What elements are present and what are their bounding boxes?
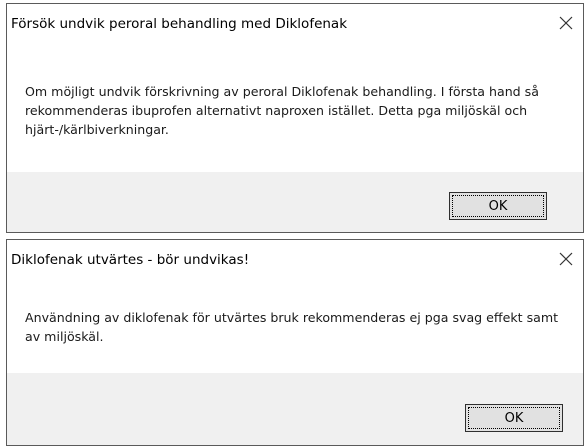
close-icon bbox=[559, 16, 573, 30]
message-dialog-peroral: Försök undvik peroral behandling med Dik… bbox=[6, 3, 584, 233]
dialog-title: Diklofenak utvärtes - bör undvikas! bbox=[11, 252, 250, 268]
close-icon bbox=[559, 252, 573, 266]
close-button[interactable] bbox=[553, 246, 579, 272]
dialog-titlebar: Diklofenak utvärtes - bör undvikas! bbox=[7, 240, 583, 278]
dialog-message: Användning av diklofenak för utvärtes br… bbox=[25, 310, 559, 344]
close-button[interactable] bbox=[553, 10, 579, 36]
dialog-message: Om möjligt undvik förskrivning av perora… bbox=[25, 84, 539, 137]
message-dialog-topical: Diklofenak utvärtes - bör undvikas! Anvä… bbox=[6, 239, 584, 446]
ok-button[interactable]: OK bbox=[465, 404, 563, 432]
ok-button[interactable]: OK bbox=[449, 192, 547, 220]
dialog-titlebar: Försök undvik peroral behandling med Dik… bbox=[7, 4, 583, 42]
dialog-title: Försök undvik peroral behandling med Dik… bbox=[11, 16, 348, 32]
